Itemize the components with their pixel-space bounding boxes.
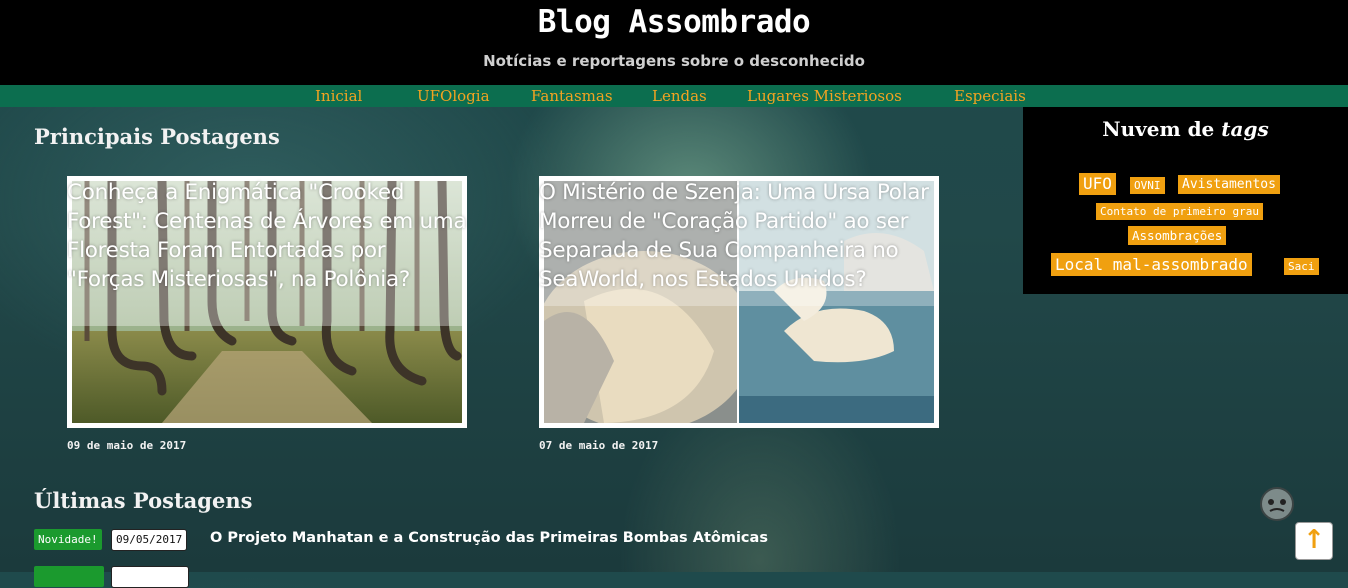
tag-ufo[interactable]: UFO [1079, 173, 1116, 195]
back-to-top-button[interactable]: ↑ [1295, 522, 1333, 560]
tag-contato-de-primeiro-grau[interactable]: Contato de primeiro grau [1096, 203, 1263, 220]
tag-ovni[interactable]: OVNI [1130, 177, 1165, 194]
latest-heading: Últimas Postagens [34, 488, 253, 513]
nav-item-lugares-misteriosos[interactable]: Lugares Misteriosos [747, 87, 902, 105]
featured-post-date: 09 de maio de 2017 [67, 439, 187, 452]
featured-post-title[interactable]: O Mistério de Szenja: Uma Ursa Polar Mor… [539, 178, 939, 294]
tag-saci[interactable]: Saci [1284, 258, 1319, 275]
site-title[interactable]: Blog Assombrado [0, 4, 1348, 40]
tag-cloud-title: Nuvem de tags [1102, 117, 1269, 141]
nav-item-fantasmas[interactable]: Fantasmas [531, 87, 613, 105]
featured-post-date: 07 de maio de 2017 [539, 439, 659, 452]
site-subtitle: Notícias e reportagens sobre o desconhec… [483, 52, 865, 70]
site-header: Blog Assombrado Notícias e reportagens s… [0, 0, 1348, 85]
latest-post-link[interactable]: O Projeto Manhatan e a Construção das Pr… [210, 530, 768, 546]
main-nav: Inicial UFOlogia Fantasmas Lendas Lugare… [0, 85, 1348, 107]
arrow-up-icon: ↑ [1303, 525, 1325, 555]
nav-item-especiais[interactable]: Especiais [954, 87, 1026, 105]
ghost-icon [1258, 487, 1296, 521]
featured-post-card[interactable]: Conheça a Enigmática "Crooked Forest": C… [67, 176, 467, 428]
featured-post-title[interactable]: Conheça a Enigmática "Crooked Forest": C… [67, 178, 467, 294]
tag-cloud: Nuvem de tags UFO OVNI Avistamentos Cont… [1023, 107, 1348, 294]
nav-item-lendas[interactable]: Lendas [652, 87, 707, 105]
tag-local-mal-assombrado[interactable]: Local mal-assombrado [1051, 253, 1252, 276]
tag-assombracoes[interactable]: Assombrações [1128, 226, 1227, 245]
nav-item-inicial[interactable]: Inicial [315, 87, 362, 105]
tag-avistamentos[interactable]: Avistamentos [1178, 175, 1280, 194]
featured-heading: Principais Postagens [34, 124, 280, 149]
post-date: 09/05/2017 [111, 529, 188, 551]
new-badge: Novidade! [34, 529, 102, 550]
post-date [111, 566, 189, 588]
nav-item-ufologia[interactable]: UFOlogia [417, 87, 490, 105]
new-badge [34, 566, 104, 587]
featured-post-card[interactable]: O Mistério de Szenja: Uma Ursa Polar Mor… [539, 176, 939, 428]
